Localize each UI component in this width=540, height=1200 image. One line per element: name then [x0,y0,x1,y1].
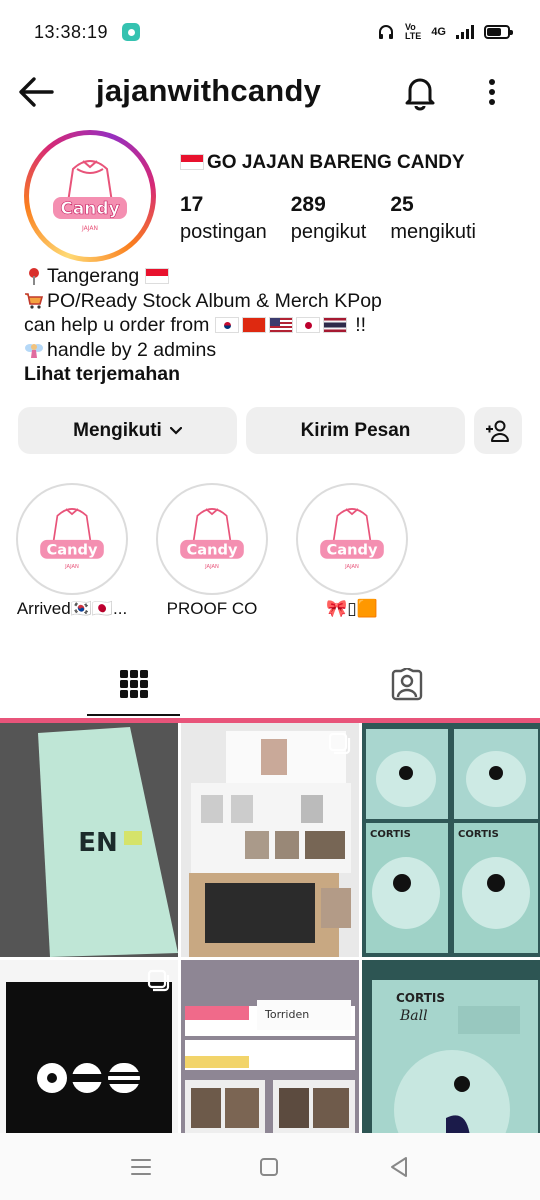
svg-text:CORTIS: CORTIS [370,829,411,840]
candy-logo: Candy JAJAN [40,508,104,570]
candy-logo: Candy JAJAN [180,508,244,570]
svg-text:Ball: Ball [399,1008,428,1024]
indonesia-flag-icon [180,154,204,170]
profile-stats: 17 postingan 289 pengikut 25 mengikuti [180,192,500,246]
signal-icon [456,25,474,39]
svg-text:CORTIS: CORTIS [458,829,499,840]
svg-text:JAJAN: JAJAN [81,225,98,232]
shopping-cart-icon [25,292,44,309]
back-arrow-icon[interactable] [16,74,56,110]
following-button[interactable]: Mengikuti [18,407,237,454]
usa-flag-icon [268,317,293,333]
post-thumbnail[interactable]: Torriden [181,960,359,1133]
network-type: 4G [431,26,446,38]
svg-text:Candy: Candy [60,199,119,219]
highlight-proof[interactable]: Candy JAJAN PROOF CO [156,483,268,618]
post-thumbnail[interactable]: CORTIS CORTIS [362,723,540,957]
post-thumbnail[interactable] [0,960,178,1133]
highlight-label: 🎀▯🟧 [326,599,378,618]
status-time: 13:38:19 [34,21,109,42]
system-navigation-bar [0,1133,540,1200]
posts-count[interactable]: 17 postingan [180,192,267,246]
volte-indicator: Vo LTE [404,22,422,41]
post-thumbnail[interactable] [181,723,359,957]
candy-logo: Candy JAJAN [53,160,127,232]
svg-text:CORTIS: CORTIS [396,991,445,1005]
svg-text:Torriden: Torriden [264,1008,309,1021]
candy-logo: Candy JAJAN [320,508,384,570]
post-image: CORTIS CORTIS [362,723,540,957]
home-icon[interactable] [258,1157,280,1177]
grid-icon [119,670,148,698]
tab-tagged[interactable] [360,654,453,716]
tab-posts-grid[interactable] [87,654,180,716]
post-thumbnail[interactable]: EN [0,723,178,957]
more-options-icon[interactable] [478,74,506,110]
posts-grid: EN CORTIS CORTIS Torriden CORTIS Ball [0,718,540,1133]
add-person-icon [486,420,509,442]
post-thumbnail[interactable]: CORTIS Ball [362,960,540,1133]
japan-flag-icon [295,317,320,333]
svg-text:Candy: Candy [47,541,98,558]
tagged-person-icon [391,668,422,701]
profile-avatar[interactable]: Candy JAJAN [24,130,156,262]
fairy-icon [25,343,43,358]
back-nav-icon[interactable] [388,1155,410,1179]
bio-admins-line: handle by 2 admins [24,338,524,363]
post-image: EN [0,723,178,957]
headphones-icon [378,25,393,39]
recent-apps-icon[interactable] [130,1157,152,1177]
svg-text:JAJAN: JAJAN [204,564,219,570]
post-image: CORTIS Ball [362,960,540,1133]
post-image [181,723,359,957]
profile-header: jajanwithcandy [0,64,540,120]
svg-text:JAJAN: JAJAN [344,564,359,570]
china-flag-icon [241,317,266,333]
svg-text:JAJAN: JAJAN [64,564,79,570]
post-image: Torriden [181,960,359,1133]
bio-location-line: Tangerang [24,264,524,289]
bio-order-line: can help u order from !! [24,314,367,336]
bio-description-line: PO/Ready Stock Album & Merch KPop [24,289,524,314]
see-translation-link[interactable]: Lihat terjemahan [24,362,524,387]
profile-tabs [0,654,540,716]
followers-count[interactable]: 289 pengikut [291,192,367,246]
thailand-flag-icon [322,317,347,333]
following-count[interactable]: 25 mengikuti [390,192,476,246]
app-notification-icon [122,23,141,41]
indonesia-flag-icon [144,268,169,284]
svg-text:EN: EN [78,828,118,858]
highlight-arrived[interactable]: Candy JAJAN Arrived🇰🇷🇯🇵... [16,483,128,618]
pin-icon [29,268,39,285]
send-message-button[interactable]: Kirim Pesan [246,407,465,454]
suggested-accounts-button[interactable] [474,407,522,454]
status-bar: 13:38:19 Vo LTE 4G [0,0,540,64]
notification-bell-icon[interactable] [400,72,440,112]
battery-icon [484,25,513,39]
highlight-ribbon[interactable]: Candy JAJAN 🎀▯🟧 [296,483,408,618]
profile-full-name: GO JAJAN BARENG CANDY [180,152,465,174]
profile-bio: Tangerang PO/Ready Stock Album & Merch K… [24,264,524,387]
multiple-photos-icon [328,732,351,755]
chevron-down-icon [169,426,182,435]
svg-text:Candy: Candy [187,541,238,558]
profile-username: jajanwithcandy [96,73,322,108]
svg-text:Candy: Candy [327,541,378,558]
korea-flag-icon [214,317,239,333]
multiple-photos-icon [147,969,170,992]
